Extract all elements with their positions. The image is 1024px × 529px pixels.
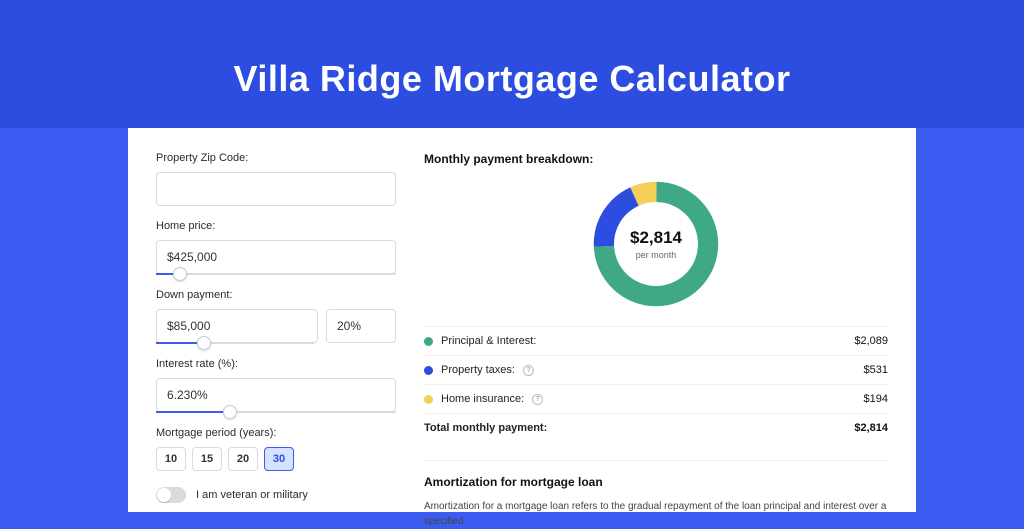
legend-value-taxes: $531: [864, 364, 888, 376]
amortization-text: Amortization for a mortgage loan refers …: [424, 499, 888, 529]
period-btn-30[interactable]: 30: [264, 447, 294, 471]
period-btn-10[interactable]: 10: [156, 447, 186, 471]
home-price-slider-thumb[interactable]: [173, 267, 187, 281]
zip-field: Property Zip Code:: [156, 152, 396, 206]
down-payment-field: Down payment:: [156, 289, 396, 344]
home-price-slider[interactable]: [156, 273, 396, 275]
period-btn-20[interactable]: 20: [228, 447, 258, 471]
info-icon[interactable]: ?: [523, 365, 534, 376]
period-label: Mortgage period (years):: [156, 427, 396, 439]
veteran-row: I am veteran or military: [156, 487, 396, 503]
dot-taxes-icon: [424, 366, 433, 375]
legend-row-principal: Principal & Interest: $2,089: [424, 326, 888, 355]
period-field: Mortgage period (years): 10 15 20 30: [156, 427, 396, 471]
legend-value-principal: $2,089: [854, 335, 888, 347]
interest-slider-thumb[interactable]: [223, 405, 237, 419]
amortization-title: Amortization for mortgage loan: [424, 475, 888, 489]
interest-field: Interest rate (%):: [156, 358, 396, 413]
legend-label-taxes: Property taxes:: [441, 364, 515, 376]
legend-label-principal: Principal & Interest:: [441, 335, 536, 347]
down-payment-label: Down payment:: [156, 289, 396, 301]
down-payment-input[interactable]: [156, 309, 318, 343]
legend-row-total: Total monthly payment: $2,814: [424, 413, 888, 442]
interest-slider[interactable]: [156, 411, 396, 413]
calculator-panel: Property Zip Code: Home price: Down paym…: [128, 128, 916, 512]
period-options: 10 15 20 30: [156, 447, 396, 471]
legend-label-total: Total monthly payment:: [424, 422, 547, 434]
donut-center: $2,814 per month: [614, 202, 698, 286]
down-payment-slider-thumb[interactable]: [197, 336, 211, 350]
down-payment-pct-input[interactable]: [326, 309, 396, 343]
period-btn-15[interactable]: 15: [192, 447, 222, 471]
breakdown-title: Monthly payment breakdown:: [424, 152, 888, 166]
dot-principal-icon: [424, 337, 433, 346]
legend-row-insurance: Home insurance: ? $194: [424, 384, 888, 413]
page-title: Villa Ridge Mortgage Calculator: [0, 0, 1024, 100]
veteran-toggle[interactable]: [156, 487, 186, 503]
legend-value-total: $2,814: [854, 422, 888, 434]
donut-sub: per month: [636, 250, 677, 260]
header-band: Villa Ridge Mortgage Calculator: [0, 0, 1024, 128]
legend-value-insurance: $194: [864, 393, 888, 405]
down-payment-slider[interactable]: [156, 342, 314, 344]
donut-wrap: $2,814 per month: [424, 180, 888, 308]
veteran-toggle-knob: [157, 488, 171, 502]
dot-insurance-icon: [424, 395, 433, 404]
info-icon[interactable]: ?: [532, 394, 543, 405]
legend-label-insurance: Home insurance:: [441, 393, 524, 405]
home-price-label: Home price:: [156, 220, 396, 232]
form-column: Property Zip Code: Home price: Down paym…: [156, 152, 396, 512]
amortization-section: Amortization for mortgage loan Amortizat…: [424, 460, 888, 529]
home-price-input[interactable]: [156, 240, 396, 274]
breakdown-column: Monthly payment breakdown: $2,814 per mo…: [424, 152, 888, 512]
zip-label: Property Zip Code:: [156, 152, 396, 164]
zip-input[interactable]: [156, 172, 396, 206]
veteran-label: I am veteran or military: [196, 489, 308, 501]
donut-chart: $2,814 per month: [592, 180, 720, 308]
interest-label: Interest rate (%):: [156, 358, 396, 370]
donut-amount: $2,814: [630, 228, 682, 248]
legend-row-taxes: Property taxes: ? $531: [424, 355, 888, 384]
home-price-field: Home price:: [156, 220, 396, 275]
interest-input[interactable]: [156, 378, 396, 412]
